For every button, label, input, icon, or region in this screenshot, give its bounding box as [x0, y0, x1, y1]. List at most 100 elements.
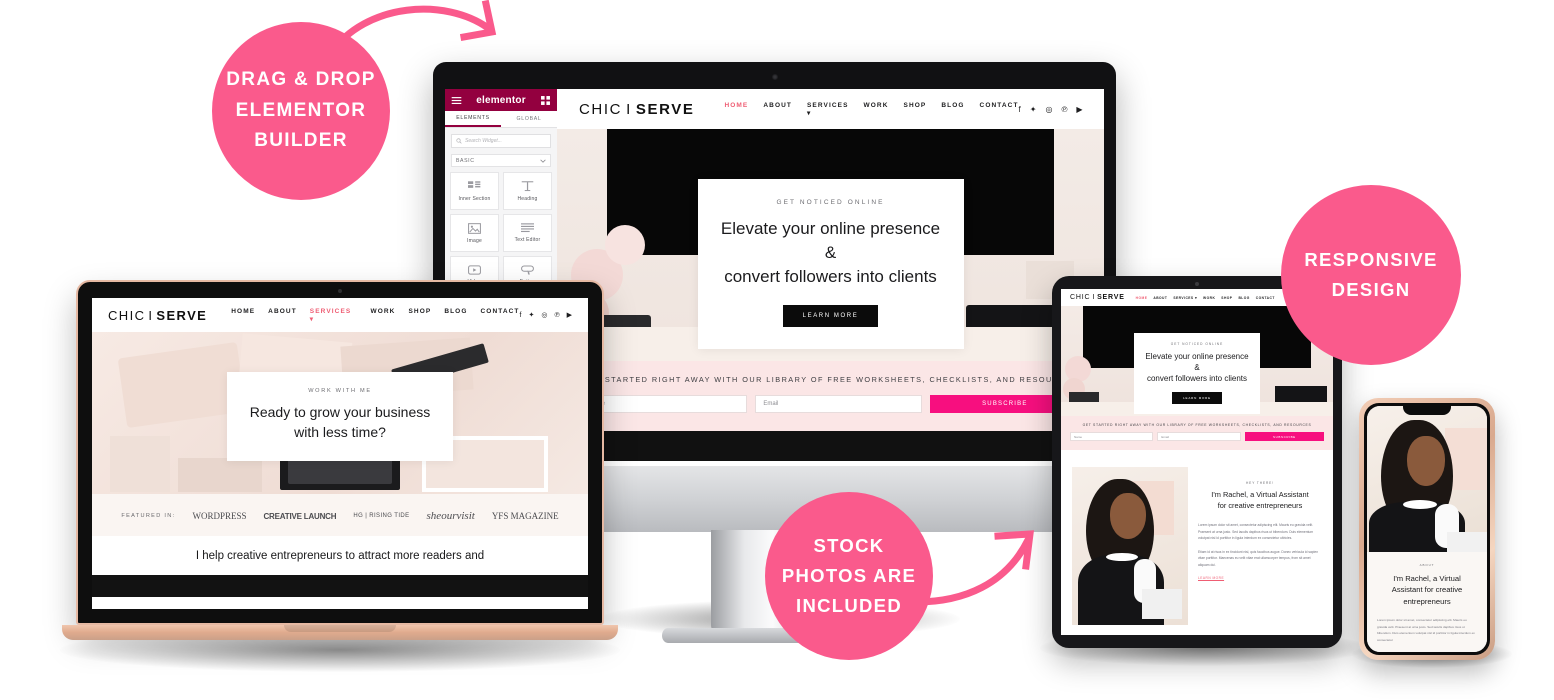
logo-sheourvisit: sheourvisit: [426, 510, 475, 522]
nav-blog[interactable]: BLOG: [1238, 296, 1249, 300]
nav-services[interactable]: SERVICES ▾: [807, 102, 849, 117]
tablet-screen: CHIC I SERVE HOME ABOUT SERVICES ▾ WORK SH…: [1061, 289, 1333, 635]
chevron-down-icon: [540, 159, 546, 163]
hero-heading: Elevate your online presence & convert f…: [716, 217, 946, 289]
nav-shop[interactable]: SHOP: [1221, 296, 1232, 300]
phone-about-paragraph: Lorem ipsum dolor sit amet, consectetur …: [1377, 618, 1475, 642]
grid-icon[interactable]: [540, 95, 551, 106]
webcam-icon: [771, 74, 778, 80]
nav-contact[interactable]: CONTACT: [1256, 296, 1275, 300]
phone-about-copy: ABOUT I'm Rachel, a Virtual Assistant fo…: [1367, 552, 1487, 652]
button-icon: [521, 265, 534, 275]
nav-work[interactable]: WORK: [864, 102, 889, 117]
tablet-learn-more-button[interactable]: LEARN MORE: [1172, 391, 1222, 404]
tablet-site-logo[interactable]: CHIC I SERVE: [1070, 294, 1125, 301]
nav-home[interactable]: HOME: [231, 308, 255, 323]
woman-collar: [1403, 500, 1437, 509]
tablet-name-input[interactable]: Name: [1070, 432, 1154, 441]
email-input[interactable]: Email: [755, 395, 922, 413]
nav-blog[interactable]: BLOG: [941, 102, 964, 117]
logo-yfs-magazine: YFS MAGAZINE: [491, 511, 559, 521]
twitter-icon[interactable]: ✦: [528, 311, 534, 319]
badge-line: RESPONSIVE: [1304, 249, 1438, 271]
tablet-email-input[interactable]: Email: [1157, 432, 1241, 441]
nav-about[interactable]: ABOUT: [1153, 296, 1167, 300]
widget-category-basic[interactable]: BASIC: [451, 154, 551, 167]
laptop-hero-heading: Ready to grow your business with less ti…: [243, 402, 437, 443]
laptop-tagline: I help creative entrepreneurs to attract…: [92, 536, 588, 575]
widget-text-editor[interactable]: Text Editor: [503, 214, 552, 252]
website-preview-desktop: CHIC I SERVE HOME ABOUT SERVICES ▾ WORK SH…: [557, 89, 1104, 466]
nav-home[interactable]: HOME: [724, 102, 748, 117]
widget-label: Inner Section: [458, 195, 491, 202]
name-placeholder: Name: [1074, 434, 1083, 439]
widget-image[interactable]: Image: [450, 214, 499, 252]
laptop-social-links: f ✦ ◎ ℗ ▶: [520, 311, 573, 320]
phone-about-eyebrow: ABOUT: [1419, 563, 1435, 567]
hero-learn-more-button[interactable]: LEARN MORE: [782, 305, 879, 328]
about-learn-more-link[interactable]: LEARN MORE: [1198, 576, 1322, 580]
pinterest-icon[interactable]: ℗: [554, 312, 559, 319]
logo-creative-launch: CREATIVE LAUNCH: [263, 511, 337, 521]
lines-icon: [521, 223, 534, 233]
text-t-icon: [521, 181, 534, 192]
widget-search-input[interactable]: Search Widget...: [451, 134, 551, 148]
brand-divider: I: [626, 100, 632, 118]
tablet-subscribe-button[interactable]: SUBSCRIBE: [1244, 432, 1324, 441]
nav-about[interactable]: ABOUT: [268, 308, 297, 323]
badge-line: DRAG & DROP: [226, 68, 376, 90]
nav-about[interactable]: ABOUT: [763, 102, 792, 117]
nav-home[interactable]: HOME: [1136, 296, 1148, 300]
widget-inner-section[interactable]: Inner Section: [450, 172, 499, 210]
tab-elements[interactable]: ELEMENTS: [445, 111, 501, 127]
about-photo: [1072, 467, 1188, 625]
youtube-icon[interactable]: ▶: [1076, 105, 1082, 114]
laptop-site-logo[interactable]: CHIC I SERVE: [108, 308, 207, 323]
nav-contact[interactable]: CONTACT: [980, 102, 1019, 117]
widget-heading[interactable]: Heading: [503, 172, 552, 210]
hero-card: GET NOTICED ONLINE Elevate your online p…: [697, 179, 964, 350]
nav-contact[interactable]: CONTACT: [481, 308, 520, 323]
hero-heading-line1: Elevate your online presence &: [720, 219, 941, 263]
tablet-hero-section: GET NOTICED ONLINE Elevate your online p…: [1061, 306, 1333, 416]
pinterest-icon[interactable]: ℗: [1061, 105, 1067, 114]
brand-divider: I: [148, 307, 154, 323]
tablet-subscribe-form: Name Email SUBSCRIBE: [1070, 432, 1324, 441]
featured-in-section: FEATURED IN: WORDPRESS CREATIVE LAUNCH H…: [92, 494, 588, 536]
social-links: f ✦ ◎ ℗ ▶: [1019, 105, 1083, 114]
about-heading-line2: for creative entrepreneurs: [1217, 500, 1303, 510]
about-copy: HEY THERE! I'm Rachel, a Virtual Assista…: [1198, 467, 1322, 625]
site-logo[interactable]: CHIC I SERVE: [579, 101, 694, 118]
hamburger-icon[interactable]: [451, 95, 462, 106]
instagram-icon[interactable]: ◎: [1045, 105, 1052, 114]
tablet-primary-nav: HOME ABOUT SERVICES ▾ WORK SHOP BLOG CON…: [1136, 296, 1275, 300]
tablet-frame: CHIC I SERVE HOME ABOUT SERVICES ▾ WORK SH…: [1052, 276, 1342, 648]
category-label: BASIC: [456, 157, 475, 164]
about-eyebrow: HEY THERE!: [1245, 481, 1274, 485]
showcase-composition: elementor ELEMENTS GLOBAL Search Widget.…: [0, 0, 1554, 700]
nav-shop[interactable]: SHOP: [408, 308, 431, 323]
facebook-icon[interactable]: f: [520, 312, 522, 319]
about-paragraph-2: Etiam id at risus in ex tincidunt nisl, …: [1198, 549, 1319, 567]
facebook-icon[interactable]: f: [1019, 105, 1021, 114]
nav-work[interactable]: WORK: [1203, 296, 1215, 300]
woman-collar: [1106, 553, 1138, 561]
laptop-dark-band: [92, 575, 588, 597]
nav-services[interactable]: SERVICES ▾: [310, 308, 358, 323]
phone-about-photo: [1367, 406, 1487, 552]
nav-services[interactable]: SERVICES ▾: [1173, 296, 1197, 300]
woman-face: [1110, 493, 1146, 539]
youtube-icon[interactable]: ▶: [567, 311, 572, 319]
tab-global[interactable]: GLOBAL: [501, 111, 557, 127]
phone-heading-line1: I'm Rachel, a Virtual: [1393, 574, 1461, 583]
featured-in-label: FEATURED IN:: [121, 513, 176, 519]
phone-notch: [1403, 406, 1451, 415]
nav-blog[interactable]: BLOG: [444, 308, 467, 323]
primary-nav: HOME ABOUT SERVICES ▾ WORK SHOP BLOG CON…: [724, 102, 1018, 117]
nav-shop[interactable]: SHOP: [904, 102, 927, 117]
woman-face: [1407, 436, 1445, 486]
instagram-icon[interactable]: ◎: [541, 311, 547, 319]
nav-work[interactable]: WORK: [371, 308, 396, 323]
twitter-icon[interactable]: ✦: [1030, 105, 1037, 114]
hero-section: GET NOTICED ONLINE Elevate your online p…: [557, 129, 1104, 361]
